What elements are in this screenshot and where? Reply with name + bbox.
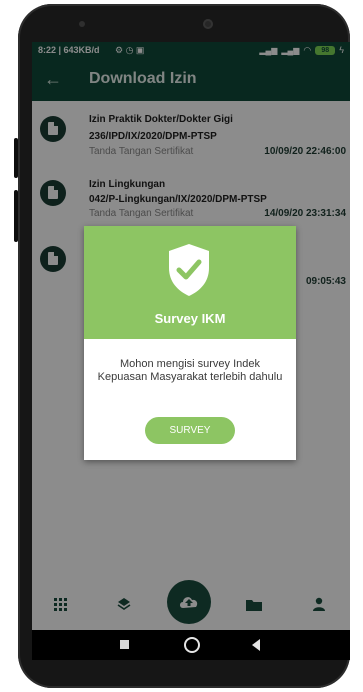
volume-button [14, 138, 18, 178]
back-icon[interactable] [252, 639, 260, 651]
survey-button[interactable]: SURVEY [145, 417, 235, 444]
front-camera [79, 21, 85, 27]
system-navigation-bar [32, 630, 350, 660]
power-button [14, 190, 18, 242]
dialog-message: Mohon mengisi survey Indek Kepuasan Masy… [97, 358, 283, 383]
app-screen: 8:22 | 643KB/d ⚙ ◷ ▣ ▂▄▆ ▂▄▆ ◠ 98 ϟ ← Do… [32, 42, 350, 630]
home-icon[interactable] [184, 637, 200, 653]
earpiece [203, 19, 213, 29]
shield-check-icon [169, 244, 209, 296]
dialog-title: Survey IKM [154, 311, 226, 326]
dialog-header: Survey IKM [84, 226, 296, 339]
survey-dialog: Survey IKM Mohon mengisi survey Indek Ke… [84, 226, 296, 460]
recents-icon[interactable] [120, 640, 129, 649]
